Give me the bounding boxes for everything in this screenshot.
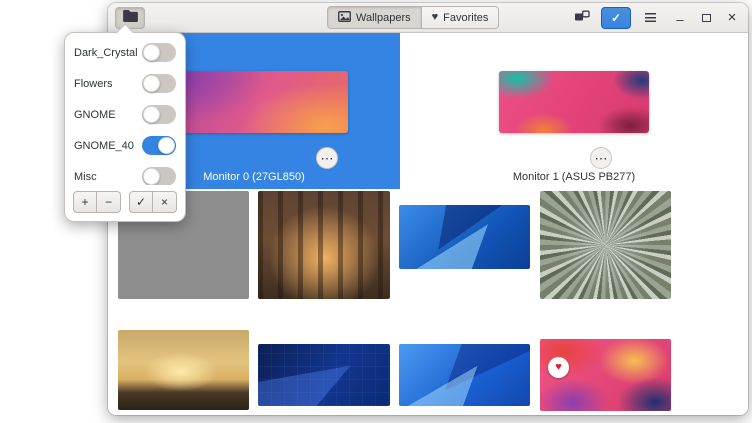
monitor-1-panel[interactable]: ⋯ Monitor 1 (ASUS PB277) <box>400 33 748 189</box>
folder-toggle[interactable] <box>142 43 176 62</box>
folder-name: Dark_Crystal <box>74 47 138 59</box>
folder-row: Flowers <box>65 68 185 99</box>
confirm-button[interactable]: ✓ <box>129 191 153 213</box>
header-actions: ✓ – × <box>569 7 741 29</box>
tab-favorites[interactable]: ♥ Favorites <box>422 6 500 29</box>
minimize-button[interactable]: – <box>671 9 689 27</box>
folders-popover: Dark_Crystal Flowers GNOME GNOME_40 Misc <box>64 32 186 222</box>
toggle-knob <box>143 168 160 185</box>
add-folder-button[interactable]: + <box>73 191 97 213</box>
remove-folder-button[interactable]: − <box>97 191 121 213</box>
folder-name: Flowers <box>74 78 113 90</box>
check-icon: ✓ <box>611 11 621 25</box>
minimize-icon: – <box>676 13 683 26</box>
heart-icon: ♥ <box>555 362 562 373</box>
folder-toggle[interactable] <box>142 167 176 185</box>
maximize-button[interactable] <box>697 9 715 27</box>
popover-actions: + − ✓ × <box>65 185 185 221</box>
monitor-0-wallpaper-preview <box>160 71 348 133</box>
close-button[interactable]: × <box>723 9 741 27</box>
monitor-1-more-button[interactable]: ⋯ <box>590 147 612 169</box>
wallpaper-grid: ♥ <box>108 189 748 415</box>
thumbnail-aerial-snowy-forest[interactable] <box>540 191 671 299</box>
monitor-1-wallpaper-preview <box>499 71 649 133</box>
favorite-badge: ♥ <box>548 357 569 378</box>
cancel-button[interactable]: × <box>153 191 177 213</box>
multi-monitor-mode-button[interactable] <box>569 7 595 29</box>
view-switcher: Wallpapers ♥ Favorites <box>327 6 499 29</box>
toggle-knob <box>143 75 160 92</box>
toggle-knob <box>143 106 160 123</box>
close-icon: × <box>728 10 737 25</box>
thumbnail-golden-sunset-tree[interactable] <box>118 330 249 410</box>
folder-name: GNOME <box>74 109 116 121</box>
tab-wallpapers[interactable]: Wallpapers <box>327 6 422 29</box>
folder-row: GNOME_40 <box>65 130 185 161</box>
image-icon <box>338 11 351 25</box>
header-bar: Wallpapers ♥ Favorites ✓ <box>108 3 748 33</box>
folder-row: Misc <box>65 161 185 185</box>
folder-toggle[interactable] <box>142 74 176 93</box>
monitor-0-more-button[interactable]: ⋯ <box>316 147 338 169</box>
more-icon: ⋯ <box>321 152 334 165</box>
hydrapaper-window: Wallpapers ♥ Favorites ✓ <box>108 3 748 415</box>
folder-list: Dark_Crystal Flowers GNOME GNOME_40 Misc <box>65 33 185 185</box>
primary-menu-button[interactable] <box>637 7 663 29</box>
folder-name: Misc <box>74 171 97 183</box>
thumbnail-blue-geometric[interactable] <box>399 205 530 269</box>
apply-button[interactable]: ✓ <box>601 7 631 29</box>
displays-icon <box>574 10 590 25</box>
thumbnail-blue-geometric-2[interactable] <box>399 344 530 406</box>
add-remove-group: + − <box>73 191 121 213</box>
monitor-1-label: Monitor 1 (ASUS PB277) <box>400 171 748 183</box>
confirm-cancel-group: ✓ × <box>129 191 177 213</box>
tab-label: Favorites <box>443 12 488 24</box>
hamburger-icon <box>645 13 656 22</box>
maximize-icon <box>702 14 711 22</box>
thumbnail-autumn-forest[interactable] <box>258 191 390 299</box>
folder-row: Dark_Crystal <box>65 37 185 68</box>
folder-toggle[interactable] <box>142 136 176 155</box>
folders-button[interactable] <box>115 7 145 29</box>
folder-name: GNOME_40 <box>74 140 134 152</box>
toggle-knob <box>143 44 160 61</box>
thumbnail-dark-blue-pattern[interactable] <box>258 344 390 406</box>
toggle-knob <box>158 137 175 154</box>
folder-row: GNOME <box>65 99 185 130</box>
more-icon: ⋯ <box>595 152 608 165</box>
heart-icon: ♥ <box>432 12 439 23</box>
thumbnail-colorful-abstract[interactable]: ♥ <box>540 339 671 411</box>
tab-label: Wallpapers <box>356 12 411 24</box>
folder-toggle[interactable] <box>142 105 176 124</box>
monitors-row: ⋯ Monitor 0 (27GL850) ⋯ Monitor 1 (ASUS … <box>108 33 748 189</box>
screen: Wallpapers ♥ Favorites ✓ <box>0 0 752 423</box>
